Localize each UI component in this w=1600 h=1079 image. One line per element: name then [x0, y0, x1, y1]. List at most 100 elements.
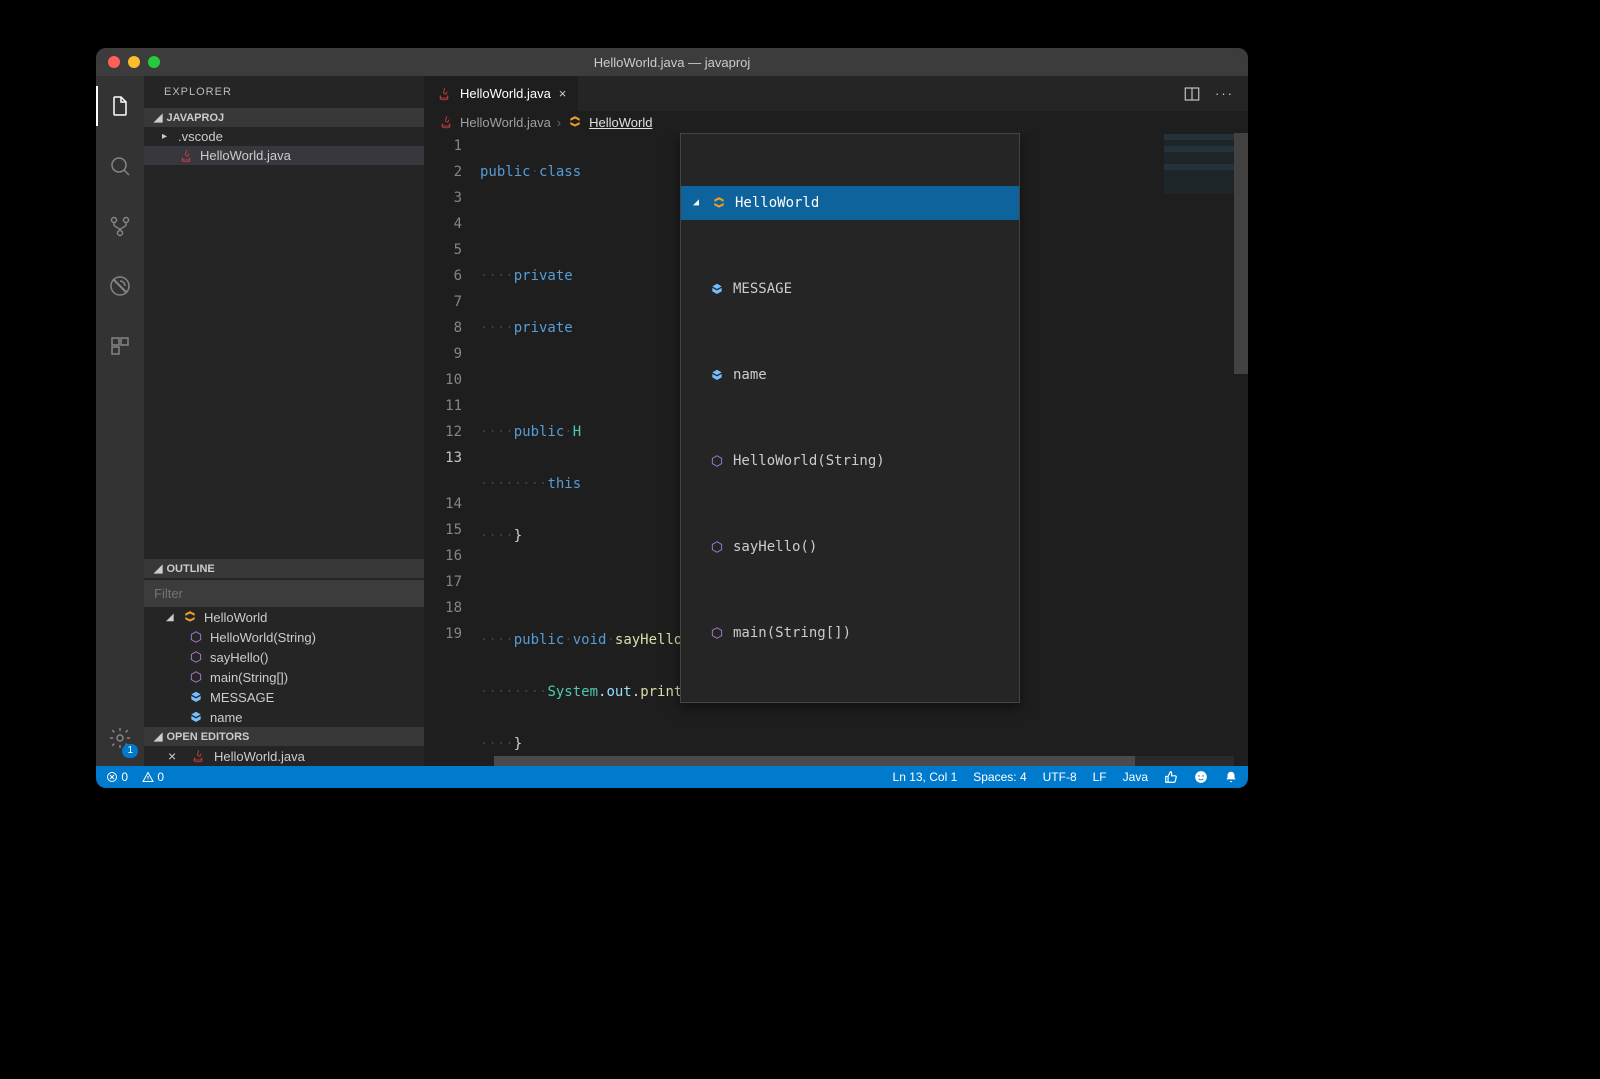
editor-tabs: HelloWorld.java × ··· [424, 76, 1248, 111]
open-editor-item[interactable]: × HelloWorld.java [144, 746, 424, 766]
chevron-down-icon: ◢ [154, 562, 162, 575]
source-control-activity[interactable] [96, 206, 144, 246]
status-eol[interactable]: LF [1093, 770, 1107, 784]
close-tab-icon[interactable]: × [559, 86, 567, 101]
file-label: HelloWorld.java [200, 148, 291, 163]
zoom-window-button[interactable] [148, 56, 160, 68]
outline-filter [144, 580, 424, 607]
titlebar: HelloWorld.java — javaproj [96, 48, 1248, 76]
outline-tree: ◢ HelloWorld HelloWorld(String) sayHello… [144, 607, 424, 727]
outline-item[interactable]: main(String[]) [144, 667, 424, 687]
dropdown-item-class[interactable]: ◢ HelloWorld [681, 186, 1019, 220]
tree-folder-vscode[interactable]: ▸ .vscode [144, 127, 424, 146]
open-editors-section-header[interactable]: ◢ OPEN EDITORS [144, 727, 424, 746]
more-actions-icon[interactable]: ··· [1215, 86, 1234, 101]
outline-item-label: name [210, 710, 243, 725]
method-icon [188, 629, 204, 645]
sidebar-title: EXPLORER [144, 76, 424, 108]
dropdown-item[interactable]: sayHello() [681, 530, 1019, 564]
status-errors[interactable]: 0 [106, 770, 128, 784]
code-content[interactable]: public·class ····private·static·final·St… [480, 133, 1248, 766]
thumbs-up-icon[interactable] [1164, 770, 1178, 784]
tab-label: HelloWorld.java [460, 86, 551, 101]
tab-helloworld[interactable]: HelloWorld.java × [424, 76, 579, 111]
dropdown-item-label: sayHello() [733, 534, 817, 560]
java-file-icon [178, 149, 194, 163]
vscode-window: HelloWorld.java — javaproj 1 [96, 48, 1248, 788]
method-icon [188, 649, 204, 665]
explorer-activity[interactable] [96, 86, 144, 126]
dropdown-item[interactable]: MESSAGE [681, 272, 1019, 306]
outline-class[interactable]: ◢ HelloWorld [144, 607, 424, 627]
class-icon [182, 609, 198, 625]
horizontal-scrollbar[interactable] [494, 756, 1248, 766]
method-icon [709, 625, 725, 641]
breadcrumb-symbol[interactable]: HelloWorld [589, 115, 652, 130]
status-encoding[interactable]: UTF-8 [1043, 770, 1077, 784]
dropdown-class-label: HelloWorld [735, 190, 819, 216]
status-bar: 0 0 Ln 13, Col 1 Spaces: 4 UTF-8 LF Java [96, 766, 1248, 788]
breadcrumb[interactable]: HelloWorld.java › HelloWorld [424, 111, 1248, 133]
outline-filter-input[interactable] [144, 580, 424, 607]
outline-section-header[interactable]: ◢ OUTLINE [144, 559, 424, 578]
window-title: HelloWorld.java — javaproj [96, 55, 1248, 70]
field-icon [188, 709, 204, 725]
editor-group: HelloWorld.java × ··· HelloWorld.java › [424, 76, 1248, 766]
chevron-down-icon: ◢ [693, 190, 703, 216]
outline-item[interactable]: MESSAGE [144, 687, 424, 707]
bell-icon[interactable] [1224, 770, 1238, 784]
code-editor[interactable]: 12345678910111213 141516171819 public·cl… [424, 133, 1248, 766]
dropdown-item[interactable]: main(String[]) [681, 616, 1019, 650]
settings-activity[interactable]: 1 [96, 718, 144, 758]
close-window-button[interactable] [108, 56, 120, 68]
status-cursor[interactable]: Ln 13, Col 1 [893, 770, 958, 784]
project-name: JAVAPROJ [166, 112, 224, 124]
settings-badge: 1 [122, 744, 138, 758]
dropdown-item[interactable]: name [681, 358, 1019, 392]
outline-item-label: MESSAGE [210, 690, 274, 705]
outline-item[interactable]: HelloWorld(String) [144, 627, 424, 647]
outline-item-label: sayHello() [210, 650, 269, 665]
class-icon [567, 114, 583, 130]
file-tree: ▸ .vscode HelloWorld.java [144, 127, 424, 165]
class-icon [711, 195, 727, 211]
sidebar-explorer: EXPLORER ◢ JAVAPROJ ▸ .vscode HelloWorld… [144, 76, 424, 766]
breadcrumb-dropdown: ◢ HelloWorld MESSAGE name [680, 133, 1020, 703]
chevron-right-icon: ▸ [162, 131, 172, 142]
method-icon [709, 539, 725, 555]
dropdown-item-label: main(String[]) [733, 620, 851, 646]
extensions-activity[interactable] [96, 326, 144, 366]
folder-label: .vscode [178, 129, 223, 144]
open-editors-list: × HelloWorld.java [144, 746, 424, 766]
outline-item[interactable]: name [144, 707, 424, 727]
split-editor-icon[interactable] [1183, 85, 1201, 103]
java-file-icon [190, 749, 206, 763]
close-icon[interactable]: × [168, 748, 182, 764]
method-icon [188, 669, 204, 685]
chevron-right-icon: › [557, 115, 561, 130]
breadcrumb-file[interactable]: HelloWorld.java [460, 115, 551, 130]
search-activity[interactable] [96, 146, 144, 186]
activity-bar: 1 [96, 76, 144, 766]
chevron-down-icon: ◢ [154, 730, 162, 743]
field-icon [709, 367, 725, 383]
tree-file-helloworld[interactable]: HelloWorld.java [144, 146, 424, 165]
project-section-header[interactable]: ◢ JAVAPROJ [144, 108, 424, 127]
java-file-icon [438, 115, 454, 129]
window-controls [108, 56, 160, 68]
dropdown-item[interactable]: HelloWorld(String) [681, 444, 1019, 478]
minimap[interactable] [1164, 134, 1234, 194]
minimize-window-button[interactable] [128, 56, 140, 68]
debug-activity[interactable] [96, 266, 144, 306]
feedback-icon[interactable] [1194, 770, 1208, 784]
status-indent[interactable]: Spaces: 4 [973, 770, 1026, 784]
open-editor-label: HelloWorld.java [214, 749, 305, 764]
open-editors-title: OPEN EDITORS [166, 731, 249, 743]
field-icon [188, 689, 204, 705]
vertical-scrollbar[interactable] [1234, 133, 1248, 766]
status-warnings[interactable]: 0 [142, 770, 164, 784]
status-language[interactable]: Java [1123, 770, 1148, 784]
outline-item-label: HelloWorld(String) [210, 630, 316, 645]
method-icon [709, 453, 725, 469]
outline-item[interactable]: sayHello() [144, 647, 424, 667]
